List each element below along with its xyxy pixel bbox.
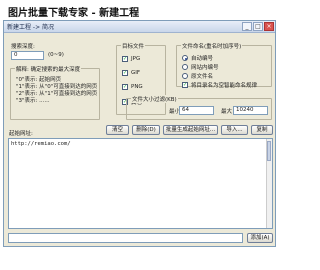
target-files-title: 目标文件 xyxy=(121,42,146,50)
checkbox-gif[interactable]: ✓ xyxy=(122,70,128,76)
copy-button[interactable]: 复制 xyxy=(251,125,273,135)
close-icon[interactable]: × xyxy=(264,22,274,31)
add-button[interactable]: 添加(A) xyxy=(247,233,273,243)
max-size-input[interactable]: 10240 xyxy=(233,106,268,115)
explain-line: "1"表示: 从"0"可直接到达的网页 xyxy=(16,84,98,90)
filetype-gif[interactable]: ✓ GIF xyxy=(122,70,140,76)
add-url-input[interactable] xyxy=(8,233,243,243)
window-titlebar: 新建工程 -> 简况 _ □ × xyxy=(4,21,275,33)
size-filter-group: 文件大小过滤(KB) 最小 64 最大 10240 xyxy=(126,95,272,120)
clear-button[interactable]: 清空 xyxy=(106,125,129,135)
explain-line: "2"表示: 从"1"可直接到达的网页 xyxy=(16,91,98,97)
depth-label: 搜索深度: xyxy=(11,44,35,50)
page-title: 图片批量下载专家 - 新建工程 xyxy=(8,8,140,19)
batch-generate-button[interactable]: 批量生成起始网址... xyxy=(163,125,218,135)
minimize-icon[interactable]: _ xyxy=(242,22,252,31)
naming-title: 文件命名(重名时加序号) xyxy=(181,42,243,50)
scroll-thumb[interactable] xyxy=(267,141,271,161)
import-button[interactable]: 导入... xyxy=(221,125,248,135)
url-list[interactable]: http://remiao.com/ xyxy=(8,138,273,229)
window-title: 新建工程 -> 简况 xyxy=(7,24,55,31)
size-filter-title: 文件大小过滤(KB) xyxy=(131,95,178,103)
start-url-label: 起始网址: xyxy=(9,131,33,137)
naming-smart[interactable]: ✓ 将目录名为空智能命名规律 xyxy=(182,81,257,89)
explain-title: 解释: 确定搜索的最大深度 xyxy=(15,65,82,73)
new-project-window: 新建工程 -> 简况 _ □ × 搜索深度: 0 (0~9) 解释: 确定搜索的… xyxy=(3,20,276,247)
naming-original[interactable]: 原文件名 xyxy=(182,72,213,80)
naming-auto[interactable]: 自动编号 xyxy=(182,54,213,62)
url-list-item[interactable]: http://remiao.com/ xyxy=(11,141,71,147)
vertical-scrollbar[interactable] xyxy=(266,139,272,228)
checkbox-jpg[interactable]: ✓ xyxy=(122,56,128,62)
radio-original-name[interactable] xyxy=(182,73,188,79)
explain-line: "3"表示: ...... xyxy=(16,98,50,104)
depth-input[interactable]: 0 xyxy=(11,51,44,60)
checkbox-smart-naming[interactable]: ✓ xyxy=(182,82,188,88)
naming-group: 文件命名(重名时加序号) 自动编号 网站内编号 原文件名 ✓ 将目录名为空智能命… xyxy=(176,42,272,89)
radio-auto-number[interactable] xyxy=(182,55,188,61)
delete-button[interactable]: 删除(D) xyxy=(132,125,160,135)
max-label: 最大 xyxy=(221,109,233,115)
min-size-input[interactable]: 64 xyxy=(179,106,214,115)
checkbox-png[interactable]: ✓ xyxy=(122,84,128,90)
naming-site[interactable]: 网站内编号 xyxy=(182,63,219,71)
maximize-icon[interactable]: □ xyxy=(253,22,263,31)
filetype-jpg[interactable]: ✓ JPG xyxy=(122,56,140,62)
filetype-png[interactable]: ✓ PNG xyxy=(122,84,143,90)
depth-range: (0~9) xyxy=(48,52,64,58)
explain-group: 解释: 确定搜索的最大深度 "0"表示: 起始网页 "1"表示: 从"0"可直接… xyxy=(10,65,100,120)
radio-site-number[interactable] xyxy=(182,64,188,70)
explain-line: "0"表示: 起始网页 xyxy=(16,77,62,83)
